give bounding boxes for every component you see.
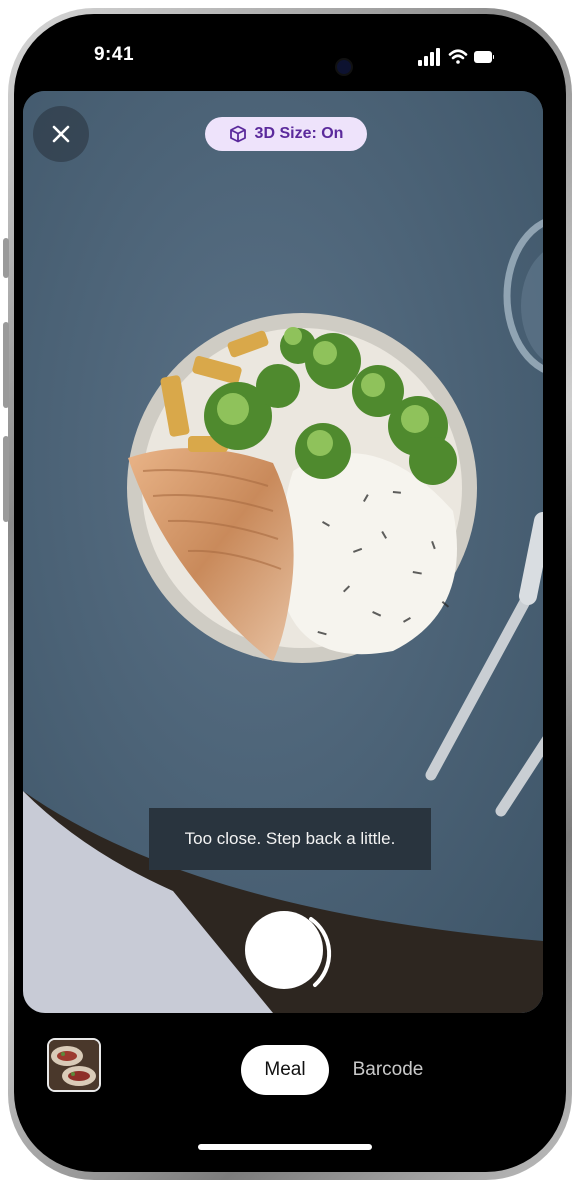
signal-icon xyxy=(418,48,440,66)
gallery-thumbnail-image xyxy=(49,1040,99,1090)
mode-meal-label: Meal xyxy=(264,1059,306,1080)
action-button xyxy=(3,238,9,278)
volume-up-button xyxy=(3,322,9,408)
distance-hint-toast: Too close. Step back a little. xyxy=(149,808,431,870)
meal-photo xyxy=(23,91,543,1013)
volume-down-button xyxy=(3,436,9,522)
cube-icon xyxy=(229,125,246,143)
status-icons xyxy=(418,48,494,66)
front-camera xyxy=(337,60,351,74)
shutter-button[interactable] xyxy=(245,911,323,989)
close-button[interactable] xyxy=(33,106,89,162)
status-time: 9:41 xyxy=(93,44,135,65)
gallery-thumbnail[interactable] xyxy=(47,1038,101,1092)
battery-icon xyxy=(474,51,494,63)
mode-barcode-tab[interactable]: Barcode xyxy=(340,1045,436,1095)
distance-hint-text: Too close. Step back a little. xyxy=(184,829,396,848)
camera-viewfinder[interactable]: 3D Size: On Too close. Step back a littl… xyxy=(23,91,543,1013)
wifi-icon xyxy=(448,49,468,64)
mode-barcode-label: Barcode xyxy=(352,1059,424,1080)
3d-size-label: 3D Size: On xyxy=(254,125,344,142)
3d-size-toggle[interactable]: 3D Size: On xyxy=(205,117,367,151)
mode-meal-tab[interactable]: Meal xyxy=(241,1045,329,1095)
home-indicator xyxy=(198,1144,372,1150)
close-icon xyxy=(52,125,70,143)
